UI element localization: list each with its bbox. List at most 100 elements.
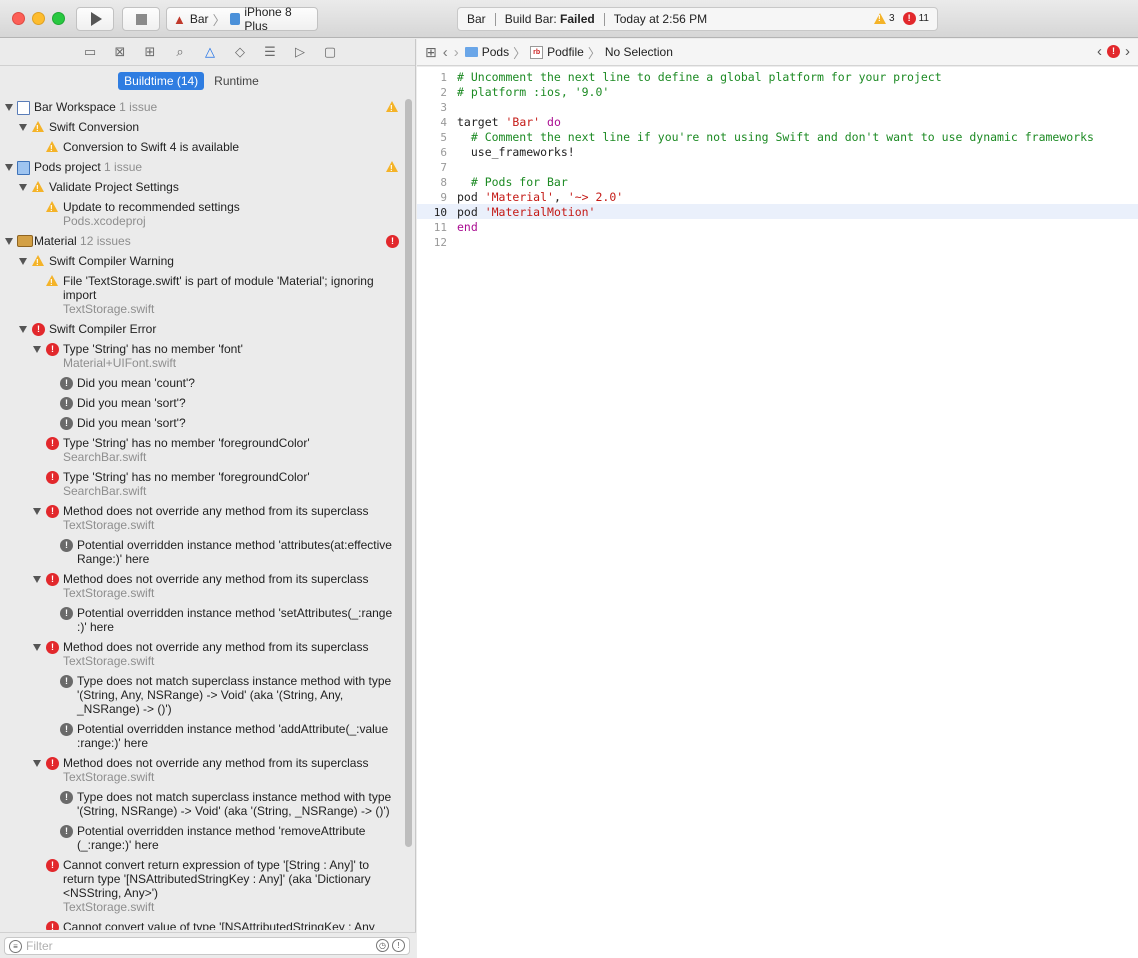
issue-icon[interactable]: △: [200, 43, 220, 61]
warning-icon: [874, 13, 887, 24]
issue-row[interactable]: ! Potential overridden instance method 'a…: [0, 538, 404, 566]
warning-count[interactable]: 3: [889, 13, 895, 24]
disclosure-triangle-icon[interactable]: [19, 326, 27, 333]
issue-row[interactable]: ! Did you mean 'count'?: [0, 376, 404, 390]
issue-row[interactable]: File 'TextStorage.swift' is part of modu…: [0, 274, 404, 316]
disclosure-triangle-icon[interactable]: [19, 184, 27, 191]
debug-icon[interactable]: ☰: [260, 43, 280, 61]
run-button[interactable]: [76, 7, 114, 31]
minimize-window-button[interactable]: [32, 12, 45, 25]
issue-title: Did you mean 'count'?: [77, 376, 195, 390]
error-badge-icon: !: [386, 235, 399, 248]
issue-row[interactable]: Swift Compiler Warning: [0, 254, 404, 270]
disclosure-triangle-icon[interactable]: [33, 346, 41, 353]
source-editor[interactable]: 1 2 3 4 5 6 7 8 9 10 11 12 # Uncomment the next lin…: [417, 67, 1138, 958]
build-status[interactable]: Build Bar: Failed: [505, 12, 595, 26]
folder-icon: [464, 47, 478, 57]
issue-row[interactable]: ! Potential overridden instance method 'a…: [0, 722, 404, 750]
issue-title: Potential overridden instance method 're…: [77, 824, 366, 838]
test-icon[interactable]: ◇: [230, 43, 250, 61]
breadcrumb-selection[interactable]: No Selection: [605, 45, 673, 59]
code-line[interactable]: end: [457, 220, 478, 235]
close-window-button[interactable]: [12, 12, 25, 25]
issue-row[interactable]: ! Cannot convert value of type '[NSAttrib…: [0, 920, 404, 930]
disclosure-triangle-icon[interactable]: [19, 124, 27, 131]
issue-row[interactable]: ! Type does not match superclass instance…: [0, 790, 404, 818]
issue-group-row[interactable]: Bar Workspace 1 issue: [0, 100, 404, 116]
disclosure-triangle-icon[interactable]: [33, 508, 41, 515]
line-number: 3: [440, 101, 447, 114]
issue-group-row[interactable]: Material 12 issues!: [0, 234, 404, 248]
scheme-destination-label[interactable]: iPhone 8 Plus: [244, 5, 317, 33]
breadcrumb-pods[interactable]: Pods: [482, 45, 509, 59]
folder-icon[interactable]: ▭: [80, 43, 100, 61]
tab-runtime[interactable]: Runtime: [208, 72, 265, 90]
code-line[interactable]: use_frameworks!: [457, 145, 575, 160]
report-icon[interactable]: ▢: [320, 43, 340, 61]
scheme-selector[interactable]: ▲ Bar 〉 iPhone 8 Plus: [166, 5, 318, 33]
filter-input[interactable]: ≡ Filter ◷ !: [4, 937, 410, 955]
stop-button[interactable]: [122, 7, 160, 31]
issue-row[interactable]: ! Type 'String' has no member 'foreground…: [0, 470, 404, 498]
issue-row[interactable]: ! Method does not override any method fro…: [0, 572, 404, 600]
issue-row[interactable]: ! Did you mean 'sort'?: [0, 396, 404, 410]
disclosure-triangle-icon[interactable]: [19, 258, 27, 265]
disclosure-triangle-icon[interactable]: [5, 164, 13, 171]
breakpoint-icon[interactable]: ▷: [290, 43, 310, 61]
code-line[interactable]: # Uncomment the next line to define a gl…: [457, 70, 942, 85]
line-number: 2: [440, 86, 447, 99]
app-target-icon: ▲: [173, 11, 186, 27]
issue-row[interactable]: ! Cannot convert return expression of typ…: [0, 858, 404, 914]
search-icon[interactable]: ⌕: [170, 43, 190, 61]
issue-row[interactable]: ! Potential overridden instance method 's…: [0, 606, 404, 634]
code-line[interactable]: pod 'MaterialMotion': [457, 205, 595, 220]
issues-only-filter-icon[interactable]: !: [392, 939, 405, 952]
hierarchy-icon[interactable]: ⊞: [140, 43, 160, 61]
next-issue-icon[interactable]: ›: [1125, 43, 1130, 60]
issue-row[interactable]: ! Did you mean 'sort'?: [0, 416, 404, 430]
previous-issue-icon[interactable]: ‹: [1097, 43, 1102, 60]
code-line[interactable]: # platform :ios, '9.0': [457, 85, 609, 100]
issue-row[interactable]: ! Type 'String' has no member 'font' Mater…: [0, 342, 404, 370]
error-icon: !: [46, 437, 59, 450]
tab-buildtime[interactable]: Buildtime (14): [118, 72, 205, 90]
breadcrumb-podfile[interactable]: Podfile: [547, 45, 584, 59]
issue-row[interactable]: Update to recommended settingsPods.xcode…: [0, 200, 404, 228]
code-line[interactable]: # Pods for Bar: [457, 175, 568, 190]
related-items-icon[interactable]: ⊞: [425, 44, 437, 61]
line-number: 1: [440, 71, 447, 84]
issue-row[interactable]: ! Method does not override any method fro…: [0, 640, 404, 668]
code-line[interactable]: target 'Bar' do: [457, 115, 561, 130]
zoom-window-button[interactable]: [52, 12, 65, 25]
issue-row[interactable]: ! Type 'String' has no member 'foreground…: [0, 436, 404, 464]
issue-text: Type does not match superclass instance …: [77, 790, 391, 818]
disclosure-triangle-icon[interactable]: [5, 238, 13, 245]
back-icon[interactable]: ‹: [443, 44, 448, 61]
issue-row[interactable]: ! Method does not override any method fro…: [0, 504, 404, 532]
code-line[interactable]: pod 'Material', '~> 2.0': [457, 190, 623, 205]
disclosure-triangle-icon[interactable]: [5, 104, 13, 111]
recent-filter-icon[interactable]: ◷: [376, 939, 389, 952]
error-count[interactable]: 11: [919, 13, 929, 24]
issue-text: Did you mean 'sort'?: [77, 396, 186, 410]
navigator-scrollbar[interactable]: [405, 99, 412, 847]
issue-row[interactable]: ! Method does not override any method fro…: [0, 756, 404, 784]
issue-row[interactable]: ! Potential overridden instance method 'r…: [0, 824, 404, 852]
issue-row[interactable]: Swift Conversion: [0, 120, 404, 136]
issue-title-continued: <NSString, Any>'): [63, 886, 159, 900]
disclosure-triangle-icon[interactable]: [33, 760, 41, 767]
chevron-right-icon: 〉: [513, 45, 527, 61]
issue-row[interactable]: ! Type does not match superclass instance…: [0, 674, 404, 716]
issue-navigator: ▭ ⊠ ⊞ ⌕ △ ◇ ☰ ▷ ▢ Buildtime (14) Runtime…: [0, 39, 416, 958]
error-icon[interactable]: !: [1107, 45, 1120, 58]
source-control-icon[interactable]: ⊠: [110, 43, 130, 61]
line-number: 9: [440, 191, 447, 204]
code-line[interactable]: # Comment the next line if you're not us…: [457, 130, 1094, 145]
issue-group-row[interactable]: Pods project 1 issue: [0, 160, 404, 176]
forward-icon[interactable]: ›: [454, 44, 459, 61]
issue-row[interactable]: Validate Project Settings: [0, 180, 404, 196]
disclosure-triangle-icon[interactable]: [33, 576, 41, 583]
issue-row[interactable]: Conversion to Swift 4 is available: [0, 140, 404, 156]
disclosure-triangle-icon[interactable]: [33, 644, 41, 651]
issue-row[interactable]: ! Swift Compiler Error: [0, 322, 404, 336]
